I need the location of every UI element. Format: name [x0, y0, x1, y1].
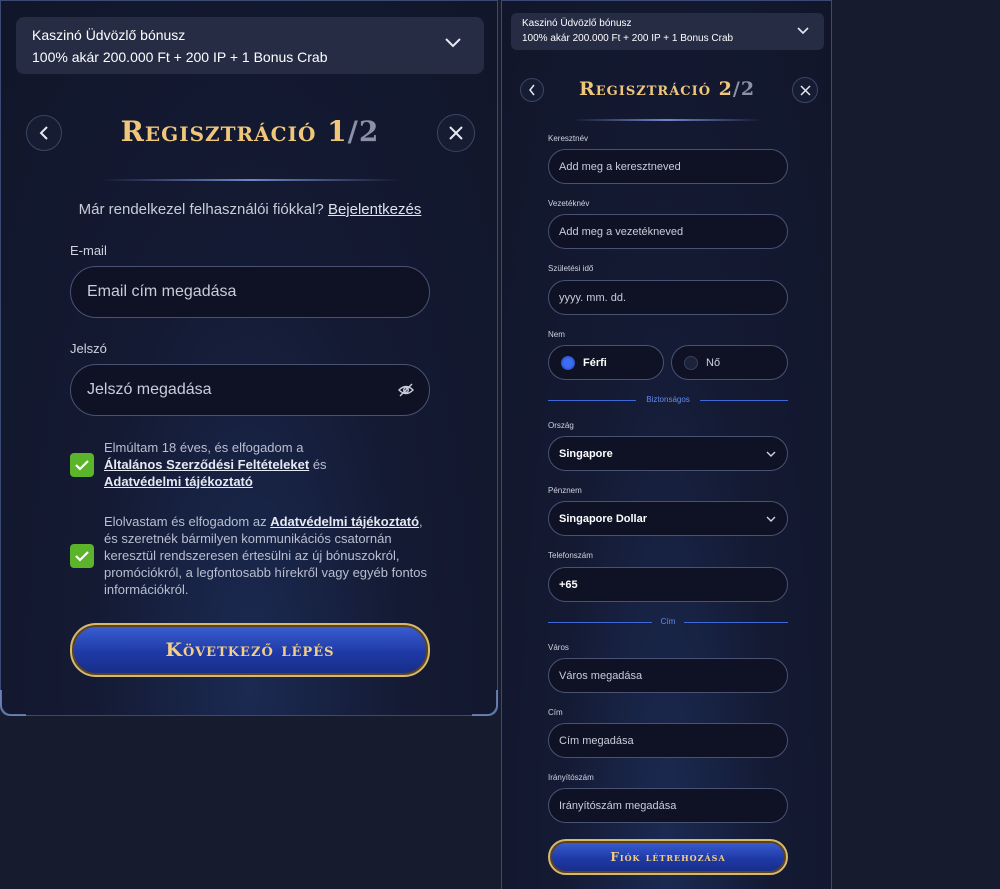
page-title: Regisztráció 2/2 [552, 78, 782, 100]
close-button[interactable] [792, 77, 818, 103]
phone-prefix: +65 [559, 578, 578, 591]
bonus-subtitle: 100% akár 200.000 Ft + 200 IP + 1 Bonus … [522, 33, 734, 44]
zip-field[interactable]: Irányítószám megadása [548, 788, 788, 823]
currency-value: Singapore Dollar [559, 512, 648, 525]
close-icon [449, 126, 463, 140]
title-main: Regisztráció 1 [120, 115, 348, 148]
city-placeholder: Város megadása [559, 669, 643, 682]
terms-link[interactable]: Általános Szerződési Feltételeket [104, 457, 309, 472]
chevron-left-icon [39, 126, 48, 140]
bonus-subtitle: 100% akár 200.000 Ft + 200 IP + 1 Bonus … [32, 49, 328, 65]
password-label: Jelszó [70, 341, 107, 356]
chevron-down-icon [445, 38, 461, 48]
consent1-text: Elmúltam 18 éves, és elfogadom a [104, 440, 304, 455]
age-terms-text: Elmúltam 18 éves, és elfogadom a Általán… [104, 439, 434, 490]
separator-line [684, 622, 788, 623]
country-value: Singapore [559, 447, 613, 460]
back-button[interactable] [520, 78, 544, 102]
marketing-consent-checkbox[interactable] [70, 544, 94, 568]
chevron-down-icon [797, 27, 809, 35]
secure-separator-label: Biztonságos [646, 395, 690, 404]
radio-selected-icon [561, 355, 575, 370]
address-placeholder: Cím megadása [559, 734, 634, 747]
zip-label: Irányítószám [548, 773, 594, 782]
last-name-field[interactable]: Add meg a vezetékneved [548, 214, 788, 249]
check-icon [75, 551, 89, 562]
currency-label: Pénznem [548, 486, 582, 495]
last-name-placeholder: Add meg a vezetékneved [559, 225, 684, 238]
eye-off-icon[interactable] [398, 382, 414, 398]
login-link[interactable]: Bejelentkezés [328, 201, 421, 218]
separator-line [548, 400, 636, 401]
bonus-title: Kaszinó Üdvözlő bónusz [522, 18, 632, 29]
age-terms-checkbox[interactable] [70, 453, 94, 477]
separator-line [548, 622, 652, 623]
privacy-link-2[interactable]: Adatvédelmi tájékoztató [270, 514, 419, 529]
title-divider [572, 119, 762, 121]
gender-option-male[interactable]: Férfi [548, 345, 664, 380]
first-name-field[interactable]: Add meg a keresztneved [548, 149, 788, 184]
bonus-dropdown[interactable]: Kaszinó Üdvözlő bónusz 100% akár 200.000… [511, 13, 824, 50]
bonus-title: Kaszinó Üdvözlő bónusz [32, 27, 186, 43]
phone-field[interactable]: +65 [548, 567, 788, 602]
chevron-left-icon [529, 84, 535, 96]
login-prompt: Már rendelkezel felhasználói fiókkal? [78, 201, 324, 218]
page-title: Regisztráció 1/2 [91, 115, 409, 148]
email-label: E-mail [70, 243, 107, 258]
title-divider [101, 179, 401, 181]
address-label: Cím [548, 708, 563, 717]
email-placeholder: Email cím megadása [87, 283, 237, 300]
currency-select[interactable]: Singapore Dollar [548, 501, 788, 536]
corner-ornament [0, 690, 26, 716]
password-placeholder: Jelszó megadása [87, 381, 212, 398]
gender-label: Nem [548, 330, 565, 339]
next-step-label: Következő lépés [165, 639, 335, 661]
consent2-text: Elolvastam és elfogadom az [104, 514, 267, 529]
address-separator-label: Cím [660, 617, 676, 626]
login-prompt-row: Már rendelkezel felhasználói fiókkal? Be… [1, 201, 499, 218]
country-select[interactable]: Singapore [548, 436, 788, 471]
gender-female-label: Nő [706, 356, 721, 369]
country-label: Ország [548, 421, 574, 430]
next-step-button[interactable]: Következő lépés [70, 623, 430, 677]
zip-placeholder: Irányítószám megadása [559, 799, 677, 812]
marketing-consent-text: Elolvastam és elfogadom az Adatvédelmi t… [104, 513, 434, 598]
chevron-down-icon [766, 451, 776, 457]
birth-date-field[interactable]: yyyy. mm. dd. [548, 280, 788, 315]
address-field[interactable]: Cím megadása [548, 723, 788, 758]
create-account-label: Fiók létrehozása [610, 850, 726, 864]
bonus-dropdown[interactable]: Kaszinó Üdvözlő bónusz 100% akár 200.000… [16, 17, 484, 74]
close-button[interactable] [437, 114, 475, 152]
birth-date-label: Születési idő [548, 264, 594, 273]
first-name-placeholder: Add meg a keresztneved [559, 160, 681, 173]
gender-option-female[interactable]: Nő [671, 345, 788, 380]
registration-step1-panel: Kaszinó Üdvözlő bónusz 100% akár 200.000… [0, 0, 498, 716]
phone-label: Telefonszám [548, 551, 593, 560]
registration-step2-panel: Kaszinó Üdvözlő bónusz 100% akár 200.000… [501, 0, 832, 889]
first-name-label: Keresztnév [548, 134, 589, 143]
back-button[interactable] [26, 115, 62, 151]
privacy-link[interactable]: Adatvédelmi tájékoztató [104, 474, 253, 489]
consent1-and: és [312, 457, 327, 472]
create-account-button[interactable]: Fiók létrehozása [548, 839, 788, 875]
email-field[interactable]: Email cím megadása [70, 266, 430, 318]
birth-date-placeholder: yyyy. mm. dd. [559, 291, 627, 304]
check-icon [75, 460, 89, 471]
separator-line [700, 400, 788, 401]
gender-male-label: Férfi [583, 356, 607, 369]
close-icon [799, 84, 811, 96]
chevron-down-icon [766, 516, 776, 522]
city-label: Város [548, 643, 569, 652]
last-name-label: Vezetéknév [548, 199, 590, 208]
title-main: Regisztráció 2 [578, 78, 733, 100]
city-field[interactable]: Város megadása [548, 658, 788, 693]
radio-unselected-icon [684, 355, 698, 370]
corner-ornament [472, 690, 498, 716]
password-field[interactable]: Jelszó megadása [70, 364, 430, 416]
title-step-total: /2 [732, 78, 756, 100]
title-step-total: /2 [347, 115, 380, 148]
